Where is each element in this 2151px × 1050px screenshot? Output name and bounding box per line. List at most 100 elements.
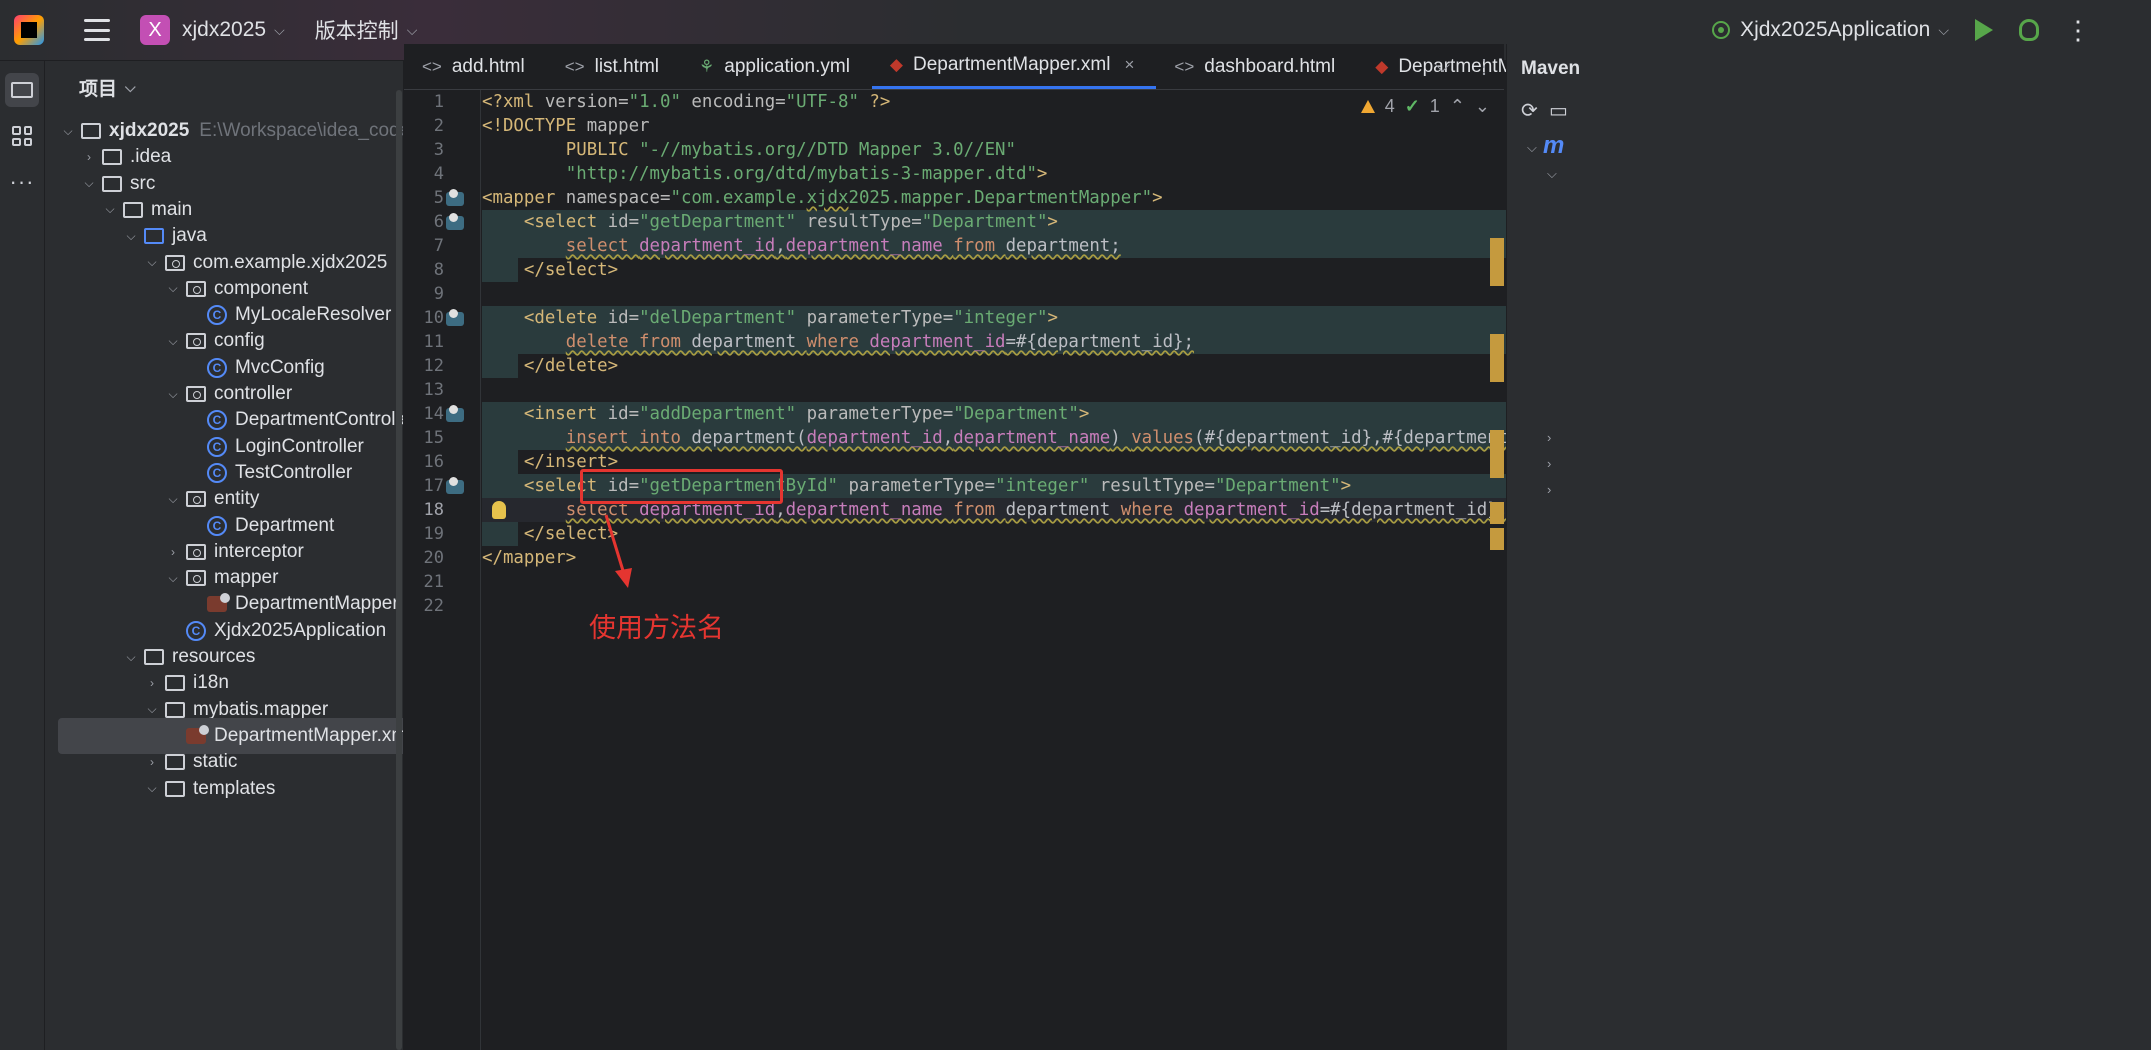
chevron-right-icon[interactable]: › [1547,430,1551,445]
vcs-label: 版本控制 [314,20,399,43]
chevron-right-icon[interactable]: › [145,676,159,690]
project-scrollbar[interactable] [396,90,402,1050]
code-line: <!DOCTYPE mapper [482,116,650,136]
chevron-right-icon[interactable]: › [82,150,96,164]
chevron-right-icon[interactable]: › [166,545,180,559]
annotation-label: 使用方法名 [589,613,724,644]
mybatis-mapper-gutter-icon[interactable] [446,189,464,206]
chevron-down-icon[interactable]: ⌵ [166,387,180,402]
chevron-right-icon[interactable]: › [145,755,159,769]
module-folder-icon [81,121,101,141]
chevron-down-icon[interactable]: ⌵ [166,571,180,586]
chevron-down-icon[interactable]: ⌵ [166,281,180,296]
project-tool-button[interactable] [5,73,39,107]
tree-item-label: DepartmentMapper.xml [214,724,404,746]
line-number: 10 [423,308,444,328]
class-icon: C [207,515,227,536]
close-icon[interactable]: × [1124,55,1134,75]
tab-label: DepartmentMapper.xml [913,54,1111,75]
chevron-right-icon[interactable]: › [1547,456,1551,471]
main-menu-button[interactable] [84,19,110,41]
mybatis-mapper-gutter-icon[interactable] [446,405,464,422]
html-icon: <> [1174,56,1195,76]
error-stripe-mark[interactable] [1490,238,1504,286]
mybatis-mapper-gutter-icon[interactable] [446,213,464,230]
chevron-down-icon: ⌵ [274,21,285,38]
run-configuration-selector[interactable]: Xjdx2025Application ⌵ [1710,18,1949,42]
error-stripe-mark[interactable] [1490,528,1504,550]
more-vertical-icon[interactable]: ⋮ [1474,54,1494,79]
error-stripe-mark[interactable] [1490,430,1504,478]
chevron-down-icon[interactable]: ⌵ [61,124,75,139]
chevron-down-icon[interactable]: ⌵ [145,781,159,796]
vcs-menu[interactable]: 版本控制 ⌵ [315,15,418,45]
run-icon[interactable] [1975,19,1993,41]
tab-label: application.yml [724,55,850,77]
mybatis-xml-icon: ◆ [889,55,903,74]
class-icon: C [207,357,227,378]
editor-gutter: 1 2 3 4 5 6 7 8 9 10 11 12 13 14 15 16 17 18 19 20 21 22 [404,90,481,1050]
line-number: 19 [423,524,444,544]
folder-icon [102,147,122,167]
chevron-down-icon[interactable]: ⌵ [166,334,180,349]
debug-icon[interactable] [2019,19,2039,41]
chevron-down-icon[interactable]: ⌵ [124,229,138,244]
chevron-down-icon[interactable]: ⌵ [166,492,180,507]
line-number: 18 [423,500,444,520]
maven-title: Maven [1521,58,1581,79]
chevron-down-icon[interactable]: ⌵ [103,202,117,217]
mybatis-mapper-gutter-icon[interactable] [446,309,464,326]
line-number: 16 [423,452,444,472]
chevron-down-icon[interactable]: ⌵ [124,650,138,665]
chevron-down-icon: ⌵ [1938,21,1949,38]
chevron-down-icon[interactable]: ⌄ [1475,96,1490,117]
code-line: <?xml version="1.0" encoding="UTF-8" ?> [482,92,891,112]
project-panel-title: 项目 [79,78,118,100]
chevron-down-icon[interactable]: ⌵ [145,702,159,717]
line-number: 9 [433,284,444,304]
editor-tab[interactable]: <> list.html [547,44,681,89]
chevron-down-icon[interactable]: ⌵ [1435,55,1450,78]
editor-tab[interactable]: <> add.html [404,44,547,89]
class-icon: C [207,305,227,326]
code-line: PUBLIC "-//mybatis.org//DTD Mapper 3.0//… [565,140,1016,160]
code-line: <mapper namespace="com.example.xjdx2025.… [482,188,1163,208]
editor-tab[interactable]: ◆ DepartmentMapper.xml × [871,44,1157,89]
editor-tab[interactable]: <> dashboard.html [1156,44,1357,89]
chevron-up-icon[interactable]: ⌃ [1450,96,1465,117]
folder-icon [165,779,185,799]
line-number: 7 [433,236,444,256]
project-panel-header[interactable]: 项目 ⌵ [45,61,403,113]
add-icon[interactable]: ▭ [1549,98,1568,123]
maven-panel: Maven ⟳ ▭ ⌵ m ⌵ › › › [1506,44,2151,1050]
line-number: 21 [423,572,444,592]
more-vertical-icon[interactable]: ⋮ [2065,17,2091,43]
error-stripe-mark[interactable] [1490,502,1504,524]
code-editor[interactable]: 1 2 3 4 5 6 7 8 9 10 11 12 13 14 15 16 17 18 19 20 21 22 <?xm… [404,90,1506,1050]
structure-tool-button[interactable] [5,119,39,153]
project-name: xjdx2025 [182,18,267,41]
chevron-down-icon[interactable]: ⌵ [82,176,96,191]
editor-tab-bar: <> add.html <> list.html ⚘ application.yml ◆ De… [404,44,1601,90]
chevron-down-icon[interactable]: ⌵ [1527,140,1537,156]
project-switcher[interactable]: xjdx2025 ⌵ [182,18,285,42]
yaml-icon: ⚘ [699,56,715,76]
chevron-down-icon[interactable]: ⌵ [145,255,159,270]
ok-count: 1 [1429,96,1440,116]
tree-item[interactable]: ⌵ templates [45,771,275,807]
mybatis-mapper-gutter-icon[interactable] [446,477,464,494]
inspections-widget[interactable]: 4 ✓ 1 ⌃ ⌄ [1360,96,1490,117]
project-path: E:\Workspace\idea_code\xjdx2025 [199,120,403,141]
package-icon [186,384,206,404]
more-tools-button[interactable]: ··· [5,165,39,199]
code-line: insert into department(department_id,dep… [565,428,1506,448]
error-stripe-mark[interactable] [1490,334,1504,382]
line-number: 1 [433,92,444,112]
chevron-down-icon[interactable]: ⌵ [1547,166,1557,182]
editor-tab[interactable]: ⚘ application.yml [681,44,872,89]
class-icon: C [207,462,227,483]
refresh-icon[interactable]: ⟳ [1521,98,1538,123]
chevron-right-icon[interactable]: › [1547,482,1551,497]
mybatis-icon: ◆ [1375,56,1389,76]
intellij-logo-icon [14,15,44,45]
